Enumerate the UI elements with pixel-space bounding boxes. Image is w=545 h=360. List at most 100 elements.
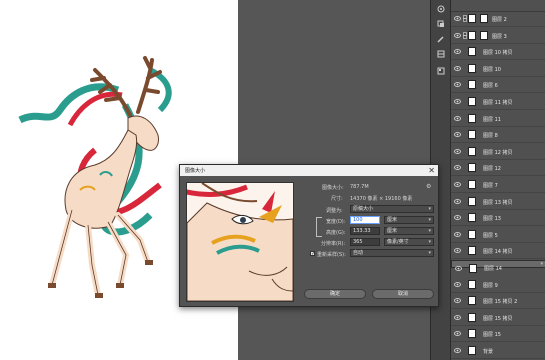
- eye-icon[interactable]: [454, 32, 461, 40]
- layer-row[interactable]: 图层 15: [451, 326, 545, 343]
- gear-icon[interactable]: ⚙: [426, 183, 431, 190]
- layer-row[interactable]: 图层 13: [451, 210, 545, 227]
- layer-name: 图层 14: [484, 266, 502, 272]
- layer-thumbnail[interactable]: [468, 229, 476, 239]
- layer-thumbnail[interactable]: [468, 163, 476, 173]
- layer-thumbnail[interactable]: [468, 312, 476, 322]
- layer-row[interactable]: 图层 7: [451, 177, 545, 193]
- eye-icon[interactable]: [454, 49, 461, 56]
- eye-icon[interactable]: [454, 16, 461, 23]
- brush-icon[interactable]: [436, 34, 446, 44]
- layer-thumbnail[interactable]: [468, 296, 476, 306]
- layer-row[interactable]: 图层 13 拷贝: [451, 194, 545, 210]
- adjust-icon[interactable]: [436, 66, 446, 76]
- resolution-unit-select[interactable]: 像素/英寸: [384, 238, 434, 246]
- layer-name: 图层 15 拷贝: [483, 315, 513, 322]
- eye-icon[interactable]: [454, 132, 461, 139]
- resolution-input[interactable]: 365: [350, 238, 380, 246]
- eye-icon[interactable]: [454, 215, 461, 222]
- layer-thumbnail[interactable]: [468, 30, 476, 40]
- layer-name: 图层 10 拷贝: [483, 50, 513, 57]
- height-unit-select[interactable]: 厘米: [384, 227, 434, 235]
- eye-icon[interactable]: [454, 298, 461, 305]
- height-input[interactable]: 133.33: [350, 227, 380, 235]
- close-icon[interactable]: ✕: [428, 165, 435, 176]
- layer-mask-thumbnail[interactable]: [480, 14, 488, 23]
- layer-thumbnail[interactable]: [468, 346, 476, 355]
- eye-icon[interactable]: [454, 148, 461, 156]
- resample-checkbox[interactable]: ✓: [310, 251, 315, 257]
- ai-icon[interactable]: [436, 4, 446, 14]
- chain-link-icon[interactable]: [316, 217, 322, 237]
- resample-label: 重新采样(S):: [317, 252, 346, 258]
- layer-mask-thumbnail[interactable]: [480, 30, 488, 40]
- eye-icon[interactable]: [454, 99, 461, 106]
- width-unit-select[interactable]: 厘米: [384, 216, 434, 224]
- eye-icon[interactable]: [454, 331, 461, 338]
- layer-row[interactable]: 图层 14: [451, 260, 545, 273]
- layer-row[interactable]: 图层 11 拷贝: [451, 94, 545, 110]
- layer-row[interactable]: 图层 6: [451, 77, 545, 94]
- layer-row[interactable]: 图层 15 拷贝: [451, 310, 545, 326]
- layer-row[interactable]: 图层 12: [451, 160, 545, 177]
- eye-icon[interactable]: [454, 348, 461, 355]
- layer-name: 图层 2: [492, 17, 507, 23]
- layer-row[interactable]: 图层 9: [451, 277, 545, 293]
- layer-thumbnail[interactable]: [468, 47, 476, 57]
- layer-row[interactable]: 图层 5: [451, 227, 545, 243]
- image-size-value: 787.7M: [350, 184, 369, 190]
- preview-artwork: [187, 183, 293, 301]
- width-input[interactable]: 100: [350, 216, 380, 224]
- dialog-title: 图像大小: [185, 168, 206, 174]
- chain-link-icon[interactable]: [463, 15, 467, 24]
- layer-thumbnail[interactable]: [468, 130, 476, 140]
- layer-thumbnail[interactable]: [468, 246, 476, 256]
- eye-icon[interactable]: [454, 281, 461, 289]
- layer-row[interactable]: 图层 2: [451, 11, 545, 27]
- eye-icon[interactable]: [454, 82, 461, 89]
- layer-row[interactable]: 图层 8: [451, 127, 545, 144]
- layer-thumbnail[interactable]: [468, 180, 476, 189]
- layer-row[interactable]: 图层 10 拷贝: [451, 44, 545, 61]
- cancel-button[interactable]: 取消: [372, 289, 434, 299]
- layer-thumbnail[interactable]: [468, 213, 476, 223]
- fit-to-select[interactable]: 原稿大小: [350, 205, 434, 213]
- palette-icon[interactable]: [436, 49, 446, 59]
- eye-icon[interactable]: [454, 314, 461, 322]
- layer-row[interactable]: 背景: [451, 343, 545, 359]
- layer-thumbnail[interactable]: [468, 146, 476, 156]
- eye-icon[interactable]: [454, 115, 461, 123]
- layer-thumbnail[interactable]: [468, 113, 476, 123]
- layer-thumbnail[interactable]: [469, 264, 477, 273]
- layer-thumbnail[interactable]: [468, 14, 476, 23]
- layer-thumbnail[interactable]: [468, 329, 476, 339]
- ok-button[interactable]: 确定: [304, 289, 366, 299]
- dimensions-value: 14370 像素 × 19160 像素: [350, 196, 413, 202]
- layer-thumbnail[interactable]: [468, 196, 476, 206]
- eye-icon[interactable]: [454, 198, 461, 206]
- layer-thumbnail[interactable]: [468, 97, 476, 106]
- eye-icon[interactable]: [454, 65, 461, 73]
- layer-thumbnail[interactable]: [468, 63, 476, 73]
- layer-row[interactable]: 图层 10: [451, 61, 545, 77]
- eye-icon[interactable]: [454, 231, 461, 239]
- clone-icon[interactable]: [436, 19, 446, 29]
- resample-select[interactable]: 自动: [350, 249, 434, 257]
- layer-row[interactable]: 图层 3: [451, 28, 545, 44]
- dialog-title-bar: 图像大小 ✕: [180, 165, 438, 176]
- image-preview[interactable]: [186, 182, 294, 302]
- chain-link-icon[interactable]: [463, 31, 467, 41]
- layer-row[interactable]: 图层 12 拷贝: [451, 144, 545, 160]
- layer-row[interactable]: 图层 14 拷贝: [451, 243, 545, 260]
- eye-icon[interactable]: [454, 165, 461, 172]
- layer-thumbnail[interactable]: [468, 80, 476, 90]
- layer-row[interactable]: 图层 11: [451, 111, 545, 127]
- layer-name: 图层 15: [483, 332, 501, 339]
- layer-name: 图层 11: [483, 116, 501, 123]
- layer-thumbnail[interactable]: [468, 279, 476, 289]
- eye-icon[interactable]: [454, 182, 461, 189]
- layer-row[interactable]: 图层 15 拷贝 2: [451, 293, 545, 310]
- eye-icon[interactable]: [455, 266, 462, 274]
- eye-icon[interactable]: [454, 248, 461, 255]
- layer-name: 图层 12 拷贝: [483, 149, 513, 156]
